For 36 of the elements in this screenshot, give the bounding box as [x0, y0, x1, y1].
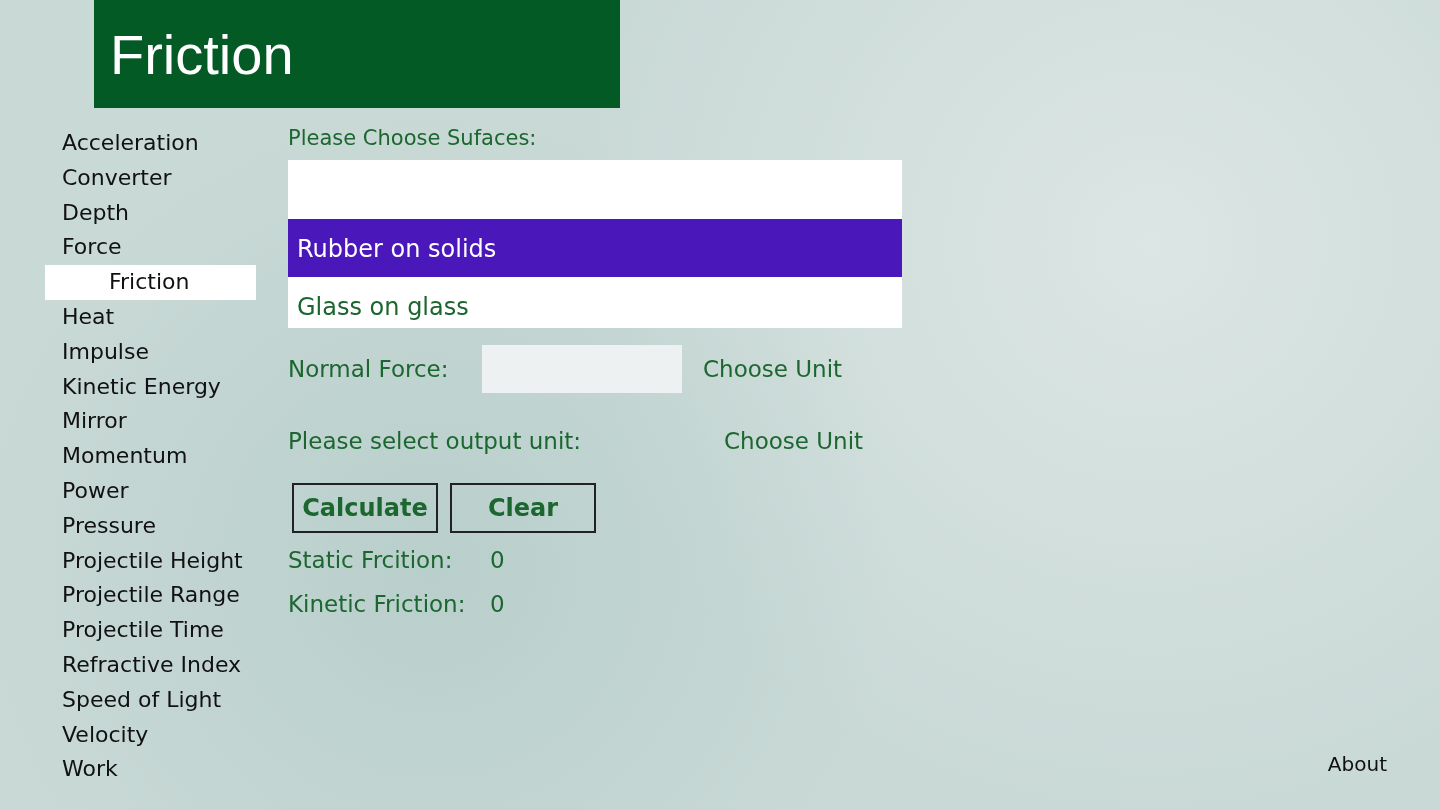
sidebar-item[interactable]: Projectile Range [45, 578, 256, 614]
sidebar-item[interactable]: Friction [45, 265, 256, 300]
surfaces-list[interactable]: Rubber on solids Glass on glass [288, 160, 902, 328]
surfaces-label: Please Choose Sufaces: [288, 126, 538, 152]
sidebar-item[interactable]: Converter [45, 160, 256, 196]
action-button[interactable]: Clear [450, 483, 596, 533]
sidebar-item[interactable]: Power [45, 473, 256, 509]
normal-force-field[interactable] [482, 345, 682, 393]
result-label: Kinetic Friction: [288, 591, 467, 619]
action-button[interactable]: Calculate [292, 483, 438, 533]
sidebar-item[interactable]: Kinetic Energy [45, 369, 256, 405]
result-value: 0 [490, 547, 505, 575]
result-value: 0 [490, 591, 505, 619]
sidebar-item[interactable]: Projectile Height [45, 543, 256, 579]
sidebar-item[interactable]: Pressure [45, 508, 256, 544]
sidebar-item[interactable]: Work [45, 752, 256, 788]
sidebar-item[interactable]: Force [45, 230, 256, 266]
sidebar-item[interactable]: Heat [45, 300, 256, 335]
surface-option[interactable]: Rubber on solids [288, 219, 902, 277]
about-link[interactable]: About [1327, 752, 1387, 776]
unit-dropdown[interactable]: Choose Unit [724, 428, 864, 454]
surface-option[interactable]: Glass on glass [288, 277, 902, 328]
sidebar-item[interactable]: Mirror [45, 404, 256, 440]
sidebar-item[interactable]: Velocity [45, 717, 256, 753]
sidebar-item[interactable]: Momentum [45, 439, 256, 474]
sidebar-item[interactable]: Impulse [45, 334, 256, 370]
page-title: Friction [110, 21, 294, 87]
sidebar-item[interactable]: Acceleration [45, 126, 256, 161]
sidebar-item[interactable]: Depth [45, 195, 256, 231]
output-unit-label: Please select output unit: [288, 428, 583, 454]
sidebar-item[interactable]: Refractive Index [45, 647, 256, 683]
sidebar-item[interactable]: Speed of Light [45, 682, 256, 718]
result-label: Static Frcition: [288, 547, 454, 575]
unit-dropdown[interactable]: Choose Unit [703, 356, 843, 382]
sidebar-item[interactable]: Projectile Time [45, 613, 256, 648]
normal-force-label: Normal Force: [288, 356, 450, 382]
